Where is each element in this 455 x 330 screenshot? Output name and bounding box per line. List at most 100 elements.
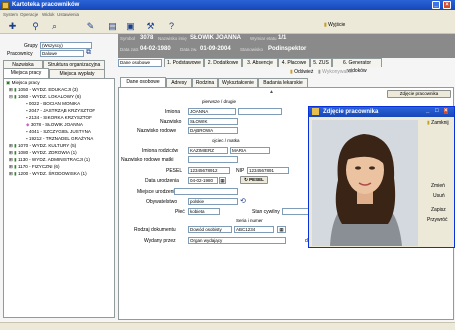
pesel-button[interactable]: ↻ PESEL	[240, 176, 268, 184]
undo-button[interactable]: ▮ Wykonywalne	[318, 69, 353, 75]
employees-filter-icon[interactable]: ⧉	[86, 49, 91, 57]
surname-input[interactable]: SŁOWIK	[188, 118, 238, 125]
window-title: Kartoteka pracowników	[12, 1, 80, 8]
refresh-button[interactable]: ▮ Odśwież	[290, 69, 313, 75]
calendar-icon[interactable]: ▦	[219, 177, 226, 184]
edit-icon[interactable]: ✎	[84, 20, 97, 32]
view-select[interactable]: Dane osobowe	[118, 59, 162, 67]
tree-root[interactable]: ▣ Miejsca pracy	[6, 80, 40, 86]
nip-input[interactable]: 1234567891	[247, 167, 289, 174]
help-icon[interactable]: ?	[165, 20, 178, 32]
citizenship-select[interactable]: polskie	[188, 198, 238, 205]
mother-maiden-input[interactable]	[188, 156, 238, 163]
tab-absencje[interactable]: 3. Absencje	[242, 58, 278, 67]
subtab-badania[interactable]: Badania lekarskie	[258, 78, 308, 87]
tree-root-icon: ▣	[6, 80, 11, 85]
search-icon[interactable]: ⚲	[29, 20, 42, 32]
photo-restore-button[interactable]: Przywróć	[427, 217, 448, 223]
photo-window: Zdjęcie pracownika _ □ × ▮ Zamknij Zmień…	[308, 106, 455, 248]
tools-icon[interactable]: ⚒	[144, 20, 157, 32]
undo-label: Wykonywalne	[322, 69, 353, 75]
person-icon: ▪	[26, 136, 28, 141]
tab-placowe[interactable]: 4. Płacowe	[278, 58, 310, 67]
pesel-input[interactable]: 12345678912	[188, 167, 230, 174]
tab-zus[interactable]: 5. ZUS	[310, 58, 332, 67]
tab-podstawowe[interactable]: 1. Podstawowe	[164, 58, 204, 67]
tree-item[interactable]: ▪ 4041 - SZCZYGIEŁ JUSTYNA	[26, 129, 91, 135]
tree-root-label: Miejsca pracy	[11, 80, 40, 85]
menu-operacje[interactable]: Operacje	[20, 12, 38, 17]
tree-item[interactable]: ⊞ ▮ 1170 - FIZYCZNI (6)	[9, 164, 59, 170]
group-label: Grupy	[24, 43, 38, 49]
tree-item-selected[interactable]: ◆ 3078 - SŁOWIK JOANNA	[26, 122, 83, 128]
employees-select[interactable]: Dalowe	[40, 50, 84, 57]
structure-icon[interactable]: ▤	[106, 20, 119, 32]
subtab-adresy[interactable]: Adresy	[166, 78, 192, 87]
photo-window-title: Zdjęcie pracownika	[323, 108, 379, 115]
tree-item[interactable]: ⊞ ▮ 1130 - WYDZ. ADMINISTRACJI (1)	[9, 157, 90, 163]
tab-miejsca-pracy[interactable]: Miejsca pracy	[3, 68, 49, 78]
tab-struktura[interactable]: Struktura organizacyjna	[43, 60, 105, 69]
add-employee-icon[interactable]: ✚	[6, 20, 19, 32]
status-bar	[0, 322, 455, 330]
tab-miejsca-wyplaty[interactable]: Miejsca wypłaty	[49, 69, 105, 78]
menu-system[interactable]: System	[3, 12, 18, 17]
tree-item[interactable]: ▪ 2134 - SIKORKA KRZYSZTOF	[26, 115, 92, 121]
subtab-wyksztalcenie[interactable]: Wykształcenie	[218, 78, 258, 87]
family-name-input[interactable]: DĄBROWA	[188, 127, 238, 134]
second-name-input[interactable]	[238, 108, 282, 115]
photo-maximize-button[interactable]: □	[435, 108, 439, 114]
photo-change-button[interactable]: Zmień	[431, 183, 445, 189]
tree-item[interactable]: ⊞ ▮ 1080 - WYDZ. ZDROWIA (1)	[9, 150, 77, 156]
group-select[interactable]: (Wszyscy)	[40, 42, 92, 49]
menu-ustawienia[interactable]: Ustawienia	[57, 12, 79, 17]
sex-select[interactable]: kobieta	[188, 208, 220, 215]
tree-item-label: 2047 - JASTRZĄB KRZYSZTOF	[28, 108, 96, 113]
tree-item[interactable]: ▪ 2047 - JASTRZĄB KRZYSZTOF	[26, 108, 95, 114]
tree-item[interactable]: ⊞ ▮ 1200 - WYDZ. ŚRODOWISKA (1)	[9, 171, 87, 177]
tree-item[interactable]: ▪ 19212 - TRZNADEL GRAŻYNA	[26, 136, 93, 142]
photo-close-x-button[interactable]: ×	[444, 108, 448, 114]
menu-widok[interactable]: Widok	[42, 12, 55, 17]
tab-generator[interactable]: 6. Generator widoków	[332, 58, 382, 74]
close-button[interactable]: ×	[443, 1, 451, 9]
dismiss-label: Data zw.	[180, 47, 198, 52]
close-door-icon: ▮	[427, 120, 430, 126]
filter-icon[interactable]: ⌕	[48, 20, 61, 32]
symbol-label: Symbol	[120, 36, 136, 41]
tree-item[interactable]: ▪ 0022 - BOCIAN MONIKA	[26, 101, 80, 107]
folder-icon: ▮	[14, 150, 17, 155]
photo-close-button[interactable]: ▮ Zamknij	[427, 120, 449, 126]
symbol-value: 3078	[140, 35, 154, 41]
employee-photo-button[interactable]: Zdjęcie pracownika	[387, 90, 451, 98]
window-icon[interactable]: ▣	[124, 20, 137, 32]
birth-place-input[interactable]	[174, 188, 238, 195]
doc-type-select[interactable]: Dowód osobisty	[188, 226, 232, 233]
birth-date-input[interactable]: 04-02-1980	[188, 177, 218, 184]
photo-minimize-button[interactable]: _	[426, 108, 429, 114]
tab-dodatkowe[interactable]: 2. Dodatkowe	[204, 58, 242, 67]
doc-number-input[interactable]: ABC1234	[234, 226, 274, 233]
tree-item-label: 1200 - WYDZ. ŚRODOWISKA (1)	[17, 171, 87, 176]
app-icon	[2, 1, 9, 9]
subtab-dane-osobowe[interactable]: Dane osobowe	[120, 77, 166, 87]
folder-icon: ▮	[14, 143, 17, 148]
first-name-input[interactable]: JOANNA	[188, 108, 236, 115]
father-name-input[interactable]: KAZIMIERZ	[188, 147, 228, 154]
exit-button[interactable]: ▮ Wyjście	[324, 22, 345, 28]
employee-photo	[312, 120, 418, 246]
subtab-rodzina[interactable]: Rodzina	[192, 78, 218, 87]
doc-picker-icon[interactable]: ▦	[277, 226, 286, 233]
tree-item[interactable]: ⊞ ▮ 1070 - WYDZ. KULTURY (5)	[9, 143, 76, 149]
tree-item[interactable]: ⊟ ▮ 1060 - WYDZ. LOKALOWY (6)	[9, 94, 81, 100]
pesel-icon: ↻	[244, 177, 248, 182]
tree-item[interactable]: ⊞ ▮ 1050 - WYDZ. EDUKACJI (3)	[9, 87, 78, 93]
issued-by-input[interactable]: Organ wydający	[188, 237, 286, 244]
fraction-value: 1/1	[278, 35, 287, 41]
photo-delete-button[interactable]: Usuń	[433, 193, 445, 199]
photo-save-button[interactable]: Zapisz	[431, 207, 446, 213]
folder-icon: ▮	[14, 164, 17, 169]
citizenship-picker-icon[interactable]: ⟲	[240, 197, 246, 205]
minimize-button[interactable]: _	[432, 1, 440, 9]
mother-name-input[interactable]: MARIA	[230, 147, 270, 154]
